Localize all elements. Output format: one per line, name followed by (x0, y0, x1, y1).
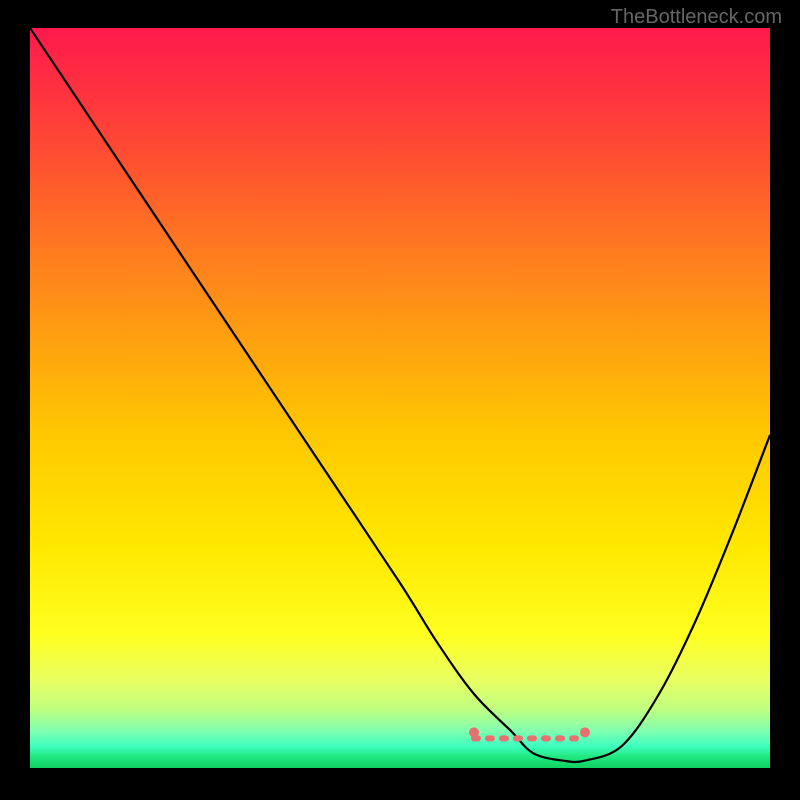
optimal-range-dot-left (469, 727, 479, 737)
optimal-range-dot-right (580, 727, 590, 737)
watermark-text: TheBottleneck.com (611, 6, 782, 29)
curve-path (30, 28, 770, 762)
bottleneck-curve-chart (30, 28, 770, 768)
